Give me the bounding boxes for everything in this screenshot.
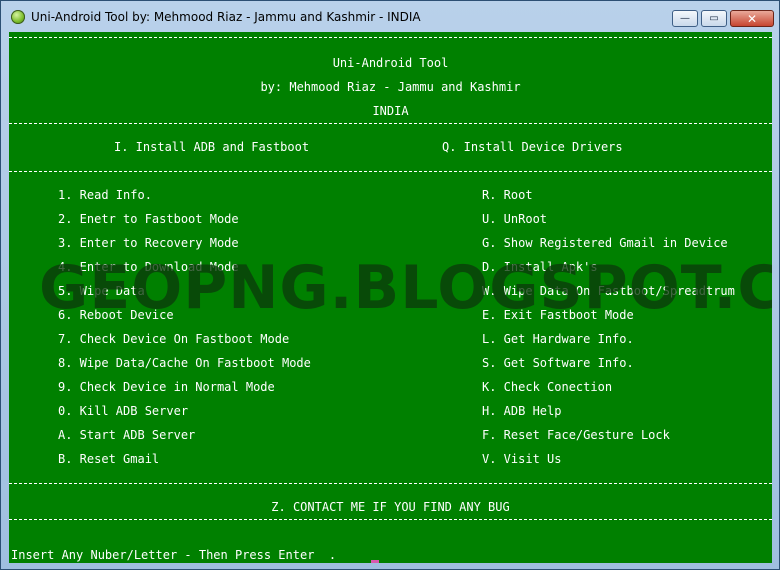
menu-item: F. Reset Face/Gesture Lock xyxy=(482,428,670,442)
title-bar[interactable]: Uni-Android Tool by: Mehmood Riaz - Jamm… xyxy=(1,1,779,32)
author-line: by: Mehmood Riaz - Jammu and Kashmir xyxy=(260,80,521,94)
menu-item: L. Get Hardware Info. xyxy=(482,332,634,346)
menu-item: 4. Enter to Download Mode xyxy=(58,260,239,274)
window-title: Uni-Android Tool by: Mehmood Riaz - Jamm… xyxy=(31,9,421,24)
menu-item: 7. Check Device On Fastboot Mode xyxy=(58,332,290,346)
console-area[interactable]: Uni-Android Tool by: Mehmood Riaz - Jamm… xyxy=(9,32,772,563)
maximize-button[interactable]: ▭ xyxy=(701,10,727,27)
window-controls: — ▭ ✕ xyxy=(672,10,774,27)
menu-item: H. ADB Help xyxy=(482,404,562,418)
minimize-button[interactable]: — xyxy=(672,10,698,27)
separator-line xyxy=(9,123,772,124)
install-drivers-option: Q. Install Device Drivers xyxy=(442,140,623,154)
menu-item: V. Visit Us xyxy=(482,452,562,466)
separator-line xyxy=(9,171,772,172)
menu-item: D. Install Apk's xyxy=(482,260,598,274)
text-cursor xyxy=(371,560,379,563)
menu-item: 2. Enetr to Fastboot Mode xyxy=(58,212,239,226)
input-prompt[interactable]: Insert Any Nuber/Letter - Then Press Ent… xyxy=(11,548,336,562)
menu-item: 6. Reboot Device xyxy=(58,308,174,322)
separator-line xyxy=(9,483,772,484)
menu-item: B. Reset Gmail xyxy=(58,452,160,466)
app-name: Uni-Android Tool xyxy=(332,56,449,70)
menu-item: K. Check Conection xyxy=(482,380,613,394)
console-window: Uni-Android Tool by: Mehmood Riaz - Jamm… xyxy=(0,0,780,570)
menu-item: U. UnRoot xyxy=(482,212,548,226)
close-icon: ✕ xyxy=(746,11,758,26)
menu-item: R. Root xyxy=(482,188,533,202)
maximize-icon: ▭ xyxy=(709,13,719,24)
menu-item: 9. Check Device in Normal Mode xyxy=(58,380,275,394)
menu-item: A. Start ADB Server xyxy=(58,428,196,442)
install-adb-option: I. Install ADB and Fastboot xyxy=(114,140,310,154)
minimize-icon: — xyxy=(680,13,690,24)
menu-item: W. Wipe Data On Fastboot/Spreadtrum xyxy=(482,284,735,298)
separator-line xyxy=(9,37,772,38)
menu-item: G. Show Registered Gmail in Device xyxy=(482,236,728,250)
close-button[interactable]: ✕ xyxy=(730,10,774,27)
menu-item: 5. Wipe Data xyxy=(58,284,145,298)
menu-item: 3. Enter to Recovery Mode xyxy=(58,236,239,250)
contact-line: Z. CONTACT ME IF YOU FIND ANY BUG xyxy=(271,500,510,514)
menu-item: E. Exit Fastboot Mode xyxy=(482,308,634,322)
separator-line xyxy=(9,519,772,520)
menu-item: 8. Wipe Data/Cache On Fastboot Mode xyxy=(58,356,311,370)
menu-item: 0. Kill ADB Server xyxy=(58,404,189,418)
android-app-icon xyxy=(11,9,25,24)
menu-item: S. Get Software Info. xyxy=(482,356,634,370)
country-line: INDIA xyxy=(372,104,409,118)
menu-item: 1. Read Info. xyxy=(58,188,152,202)
